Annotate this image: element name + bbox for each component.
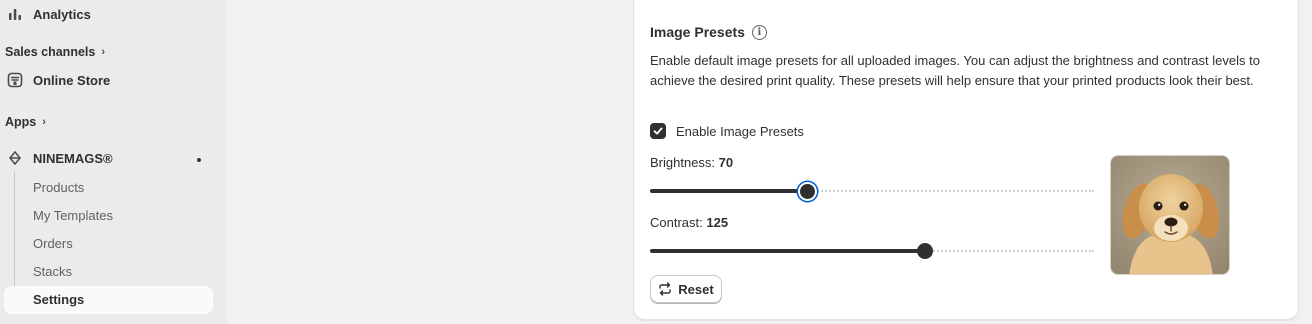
contrast-label: Contrast: 125 [650, 215, 728, 230]
checkbox-label: Enable Image Presets [676, 123, 804, 139]
brightness-slider[interactable] [650, 183, 1094, 199]
contrast-slider[interactable] [650, 243, 1094, 259]
slider-fill [650, 249, 926, 253]
sidebar-subitem-settings[interactable]: Settings [33, 292, 84, 307]
preview-image-puppy [1110, 155, 1230, 275]
subitem-label: Products [33, 180, 85, 195]
sidebar-subitem-products[interactable]: Products [33, 180, 84, 195]
brightness-label-text: Brightness: [650, 155, 716, 170]
sidebar-section-sales-channels[interactable]: Sales channels › [5, 45, 105, 59]
subitem-label: Stacks [33, 264, 73, 279]
chevron-right-icon: › [101, 46, 105, 58]
sidebar-item-ninemags[interactable]: NINEMAGS® [7, 150, 113, 166]
sidebar-subitem-stacks[interactable]: Stacks [33, 264, 72, 279]
section-label: Apps [5, 115, 37, 129]
checkmark-icon [653, 127, 663, 135]
chevron-right-icon: › [42, 116, 46, 128]
subitem-label: My Templates [33, 208, 113, 223]
brightness-value: 70 [718, 155, 734, 170]
image-presets-card: Image Presets i Enable default image pre… [633, 0, 1299, 320]
reset-arrows-icon [659, 282, 671, 296]
reset-button-label: Reset [678, 281, 714, 297]
pin-indicator [197, 158, 201, 162]
slider-thumb[interactable] [917, 243, 934, 259]
sidebar-item-label: Analytics [33, 6, 91, 22]
card-description: Enable default image presets for all upl… [650, 53, 1260, 88]
sidebar-item-label: Online Store [33, 72, 111, 88]
sidebar-subitem-my-templates[interactable]: My Templates [33, 208, 113, 223]
store-icon [7, 72, 23, 88]
info-icon[interactable]: i [751, 24, 767, 40]
sidebar: Analytics Sales channels › Online Store … [0, 0, 226, 324]
slider-thumb[interactable] [799, 183, 815, 199]
sidebar-item-label: NINEMAGS® [33, 150, 113, 166]
card-header: Image Presets i [650, 24, 767, 40]
app-logo-icon [7, 150, 23, 166]
reset-button[interactable]: Reset [650, 275, 722, 303]
tree-line [14, 172, 15, 300]
sidebar-section-apps[interactable]: Apps › [5, 115, 46, 129]
enable-presets-checkbox-row[interactable]: Enable Image Presets [650, 123, 804, 139]
subitem-label: Orders [33, 236, 73, 251]
subitem-label: Settings [33, 292, 85, 307]
enable-presets-checkbox[interactable] [650, 123, 666, 139]
card-title: Image Presets [650, 24, 745, 40]
contrast-value: 125 [706, 215, 729, 230]
sidebar-subitem-orders[interactable]: Orders [33, 236, 73, 251]
brightness-label: Brightness: 70 [650, 155, 733, 170]
slider-fill [650, 189, 808, 193]
sidebar-item-analytics[interactable]: Analytics [7, 6, 91, 22]
contrast-label-text: Contrast: [650, 215, 703, 230]
sidebar-item-online-store[interactable]: Online Store [7, 72, 110, 88]
section-label: Sales channels [5, 45, 96, 59]
bar-chart-icon [7, 6, 23, 22]
